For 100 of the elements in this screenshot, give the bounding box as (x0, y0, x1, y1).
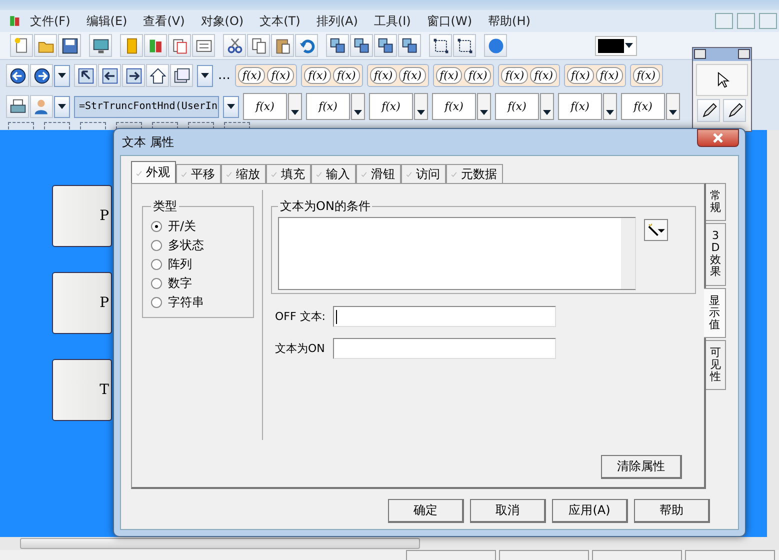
form-button[interactable] (192, 34, 215, 57)
tab[interactable]: 滑钮 (356, 164, 401, 183)
tab[interactable]: 缩放 (221, 164, 266, 183)
menu-item[interactable]: 文件(F) (22, 12, 78, 30)
monitor-button[interactable] (89, 34, 112, 57)
overlapping-squares-button[interactable] (398, 34, 421, 57)
dialog-button[interactable]: 取消 (470, 499, 546, 523)
function-button[interactable]: f(x) (369, 93, 413, 120)
dialog-button[interactable]: 帮助 (634, 499, 710, 523)
wand-button[interactable] (644, 219, 668, 241)
function-button[interactable]: f(x) (398, 67, 426, 84)
function-button[interactable]: f(x) (243, 93, 287, 120)
back-button[interactable] (6, 64, 29, 87)
home-button[interactable] (146, 64, 169, 87)
palette-maximize-button[interactable] (738, 49, 750, 59)
radio-option[interactable]: 开/关 (151, 217, 245, 235)
function-button[interactable]: f(x) (306, 93, 350, 120)
pencil-button[interactable] (697, 99, 720, 122)
dropdown-button[interactable] (477, 93, 491, 120)
function-button[interactable]: f(x) (436, 67, 462, 84)
radio-button[interactable] (151, 258, 162, 270)
dropdown-button[interactable] (414, 93, 428, 120)
function-button[interactable]: f(x) (501, 67, 528, 84)
menu-item[interactable]: 文本(T) (252, 12, 308, 30)
menu-item[interactable]: 查看(V) (135, 12, 193, 30)
function-button[interactable]: f(x) (304, 67, 331, 84)
close-button[interactable] (697, 129, 739, 147)
door-button[interactable] (120, 34, 143, 57)
palette-minimize-button[interactable] (694, 49, 706, 59)
function-button[interactable]: f(x) (238, 67, 266, 84)
selection-frame-button[interactable] (453, 34, 476, 57)
tab[interactable]: 输入 (311, 164, 356, 183)
function-button[interactable]: f(x) (530, 67, 557, 84)
function-button[interactable]: f(x) (332, 67, 360, 84)
color-picker[interactable] (595, 36, 637, 56)
side-tab[interactable]: 可见性 (706, 340, 726, 390)
tab[interactable]: 平移 (176, 164, 221, 183)
dropdown-button[interactable] (666, 93, 680, 120)
radio-option[interactable]: 阵列 (151, 255, 245, 273)
dropdown-button[interactable] (351, 93, 365, 120)
menu-item[interactable]: 编辑(E) (78, 12, 136, 30)
canvas-button[interactable]: P (52, 185, 112, 247)
pencil-button[interactable] (723, 99, 746, 122)
tab[interactable]: 访问 (401, 164, 446, 183)
scroll-thumb[interactable] (20, 538, 420, 549)
copy-button[interactable] (247, 34, 270, 57)
canvas-button[interactable]: T (52, 359, 112, 421)
save-button[interactable] (58, 34, 81, 57)
dropdown-button[interactable] (197, 64, 213, 86)
left-arrow-button[interactable] (98, 64, 121, 87)
function-button[interactable]: f(x) (596, 67, 623, 84)
right-arrow-button[interactable] (122, 64, 145, 87)
windows-button[interactable] (170, 64, 193, 87)
menu-item[interactable]: 对象(O) (192, 12, 252, 30)
overlapping-squares-button[interactable] (374, 34, 397, 57)
dialog-button[interactable]: 确定 (388, 499, 464, 523)
folder-button[interactable] (34, 34, 57, 57)
function-button[interactable]: f(x) (267, 67, 294, 84)
cut-button[interactable] (223, 34, 246, 57)
tab[interactable]: 外观 (131, 161, 176, 183)
vertical-scrollbar[interactable] (767, 130, 779, 537)
function-button[interactable]: f(x) (464, 67, 492, 84)
printer-button[interactable] (6, 95, 29, 118)
radio-button[interactable] (151, 220, 162, 232)
dropdown-button[interactable] (54, 96, 70, 118)
radio-button[interactable] (151, 240, 162, 250)
radio-button[interactable] (151, 278, 162, 288)
paste-button[interactable] (271, 34, 294, 57)
undo-button[interactable] (295, 34, 318, 57)
condition-text-area[interactable] (278, 217, 636, 290)
tab[interactable]: 填充 (266, 164, 311, 183)
new-file-button[interactable] (10, 34, 33, 57)
menu-item[interactable]: 工具(I) (366, 12, 419, 30)
function-button[interactable]: f(x) (632, 67, 660, 84)
overflow-dots[interactable]: ... (217, 68, 232, 83)
selection-frame-button[interactable] (429, 34, 452, 57)
radio-option[interactable]: 多状态 (151, 236, 245, 254)
radio-option[interactable]: 字符串 (151, 293, 245, 311)
side-tab[interactable]: 显示值 (704, 288, 726, 338)
text-field[interactable] (333, 338, 556, 359)
overlapping-squares-button[interactable] (350, 34, 373, 57)
clear-properties-button[interactable]: 清除属性 (601, 455, 682, 479)
pointer-arrow-button[interactable] (74, 64, 97, 87)
books-button[interactable] (144, 34, 167, 57)
dropdown-button[interactable] (223, 96, 239, 118)
menu-item[interactable]: 帮助(H) (480, 12, 538, 30)
expression-field[interactable]: =StrTruncFontHnd(UserIn (74, 96, 219, 118)
horizontal-scrollbar[interactable] (0, 537, 779, 550)
function-button[interactable]: f(x) (432, 93, 476, 120)
function-button[interactable]: f(x) (495, 93, 539, 120)
radio-option[interactable]: 数字 (151, 274, 245, 292)
menu-item[interactable]: 排列(A) (308, 12, 366, 30)
overlapping-squares-button[interactable] (326, 34, 349, 57)
function-button[interactable]: f(x) (558, 93, 602, 120)
function-button[interactable]: f(x) (621, 93, 665, 120)
function-button[interactable]: f(x) (567, 67, 594, 84)
function-button[interactable]: f(x) (370, 67, 397, 84)
radio-button[interactable] (151, 296, 162, 308)
dialog-button[interactable]: 应用(A) (552, 499, 628, 523)
forward-button[interactable] (30, 64, 53, 87)
